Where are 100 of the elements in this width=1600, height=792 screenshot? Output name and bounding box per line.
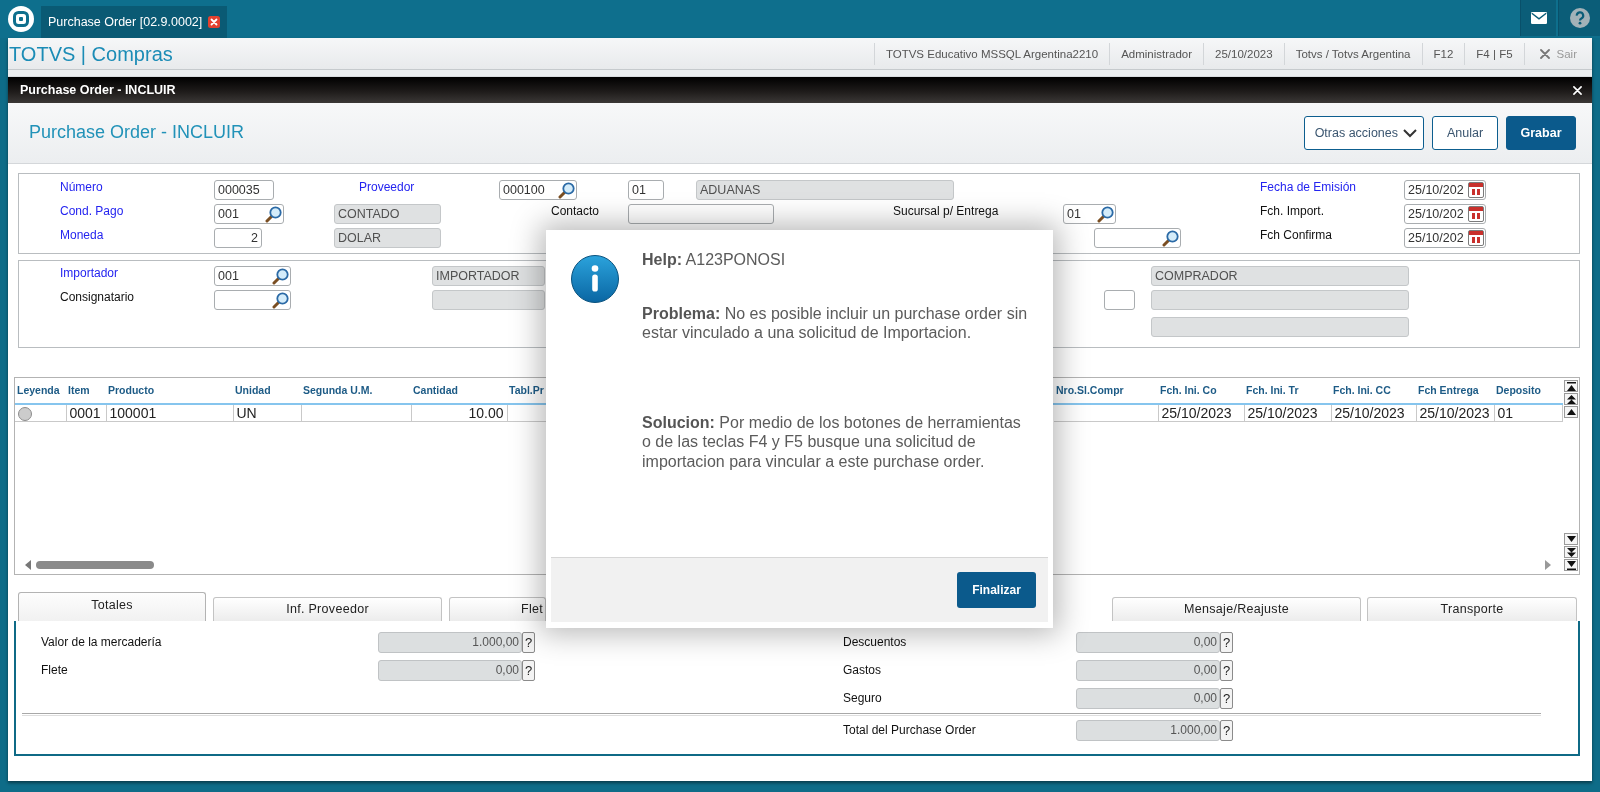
help-button[interactable]: ? — [522, 632, 535, 653]
column-header[interactable]: Fch. Ini. Tr — [1244, 378, 1331, 404]
scroll-left-icon[interactable] — [25, 560, 31, 570]
column-header[interactable]: Leyenda — [15, 378, 66, 404]
total-label: Flete — [41, 663, 68, 678]
mail-button[interactable] — [1520, 0, 1556, 36]
column-header[interactable]: Deposito — [1494, 378, 1562, 404]
app-title: TOTVS | Compras — [9, 43, 173, 64]
tab[interactable]: Inf. Proveedor — [213, 597, 442, 621]
field-label: Contacto — [551, 204, 600, 218]
close-icon[interactable] — [1573, 85, 1582, 95]
field-label: Importador — [60, 266, 119, 280]
input-field[interactable]: 01 — [628, 180, 664, 200]
table-cell: UN — [233, 404, 301, 422]
scrollbar-thumb[interactable] — [36, 561, 154, 569]
field-label: Moneda — [60, 228, 104, 242]
calendar-icon[interactable] — [1468, 206, 1484, 222]
date-field[interactable]: 25/10/202 — [1404, 228, 1486, 248]
problem-text: Problema: No es posible incluir un purchase order sin estar vinculado a una solicitud de Importacion. — [642, 303, 1029, 343]
search-icon[interactable] — [272, 267, 289, 285]
table-cell: 25/10/2023 — [1331, 404, 1416, 422]
search-icon[interactable] — [265, 205, 282, 223]
date-field[interactable]: 25/10/202 — [1404, 204, 1486, 224]
lookup-field[interactable]: 01 — [1063, 204, 1116, 224]
scroll-page-up-button[interactable] — [1564, 393, 1578, 405]
scroll-first-button[interactable] — [1564, 380, 1578, 392]
tab[interactable]: Totales — [18, 592, 206, 621]
scroll-up-button[interactable] — [1564, 406, 1578, 418]
search-icon[interactable] — [1162, 229, 1179, 247]
close-icon[interactable] — [208, 16, 221, 28]
lookup-field[interactable]: 000100 — [499, 180, 577, 200]
field-label: Fch. Import. — [1260, 204, 1324, 218]
column-header[interactable]: Fch. Ini. Co — [1158, 378, 1244, 404]
help-button[interactable]: ? — [1220, 660, 1233, 681]
tab[interactable]: Transporte — [1367, 597, 1577, 621]
total-field: 1.000,00 — [378, 632, 522, 653]
input-field[interactable] — [1104, 290, 1135, 310]
lookup-field[interactable]: 001 — [214, 266, 291, 286]
field-label: Sucursal p/ Entrega — [893, 204, 999, 218]
lookup-field[interactable] — [1094, 228, 1181, 248]
column-header[interactable]: Unidad — [233, 378, 301, 404]
input-field[interactable] — [628, 204, 774, 224]
session-info-text: Totvs / Totvs Argentina — [1283, 42, 1422, 65]
shortcut-button[interactable]: F12 — [1421, 42, 1465, 65]
cancel-button[interactable]: Anular — [1432, 116, 1498, 150]
readonly-field: COMPRADOR — [1151, 266, 1409, 286]
date-field[interactable]: 25/10/202 — [1404, 180, 1486, 200]
scroll-last-button[interactable] — [1564, 559, 1578, 571]
total-label: Descuentos — [843, 635, 907, 650]
tab[interactable]: Flet — [449, 597, 546, 621]
help-button[interactable]: ? — [1220, 688, 1233, 709]
more-actions-button[interactable]: Otras acciones — [1304, 116, 1424, 150]
table-cell: 10.00 — [411, 404, 507, 422]
tab[interactable]: Mensaje/Reajuste — [1112, 597, 1361, 621]
scroll-page-down-button[interactable] — [1564, 546, 1578, 558]
readonly-field: IMPORTADOR — [432, 266, 545, 286]
total-label: Gastos — [843, 663, 881, 678]
total-field: 1.000,00 — [1076, 720, 1220, 741]
lookup-field[interactable]: 001 — [214, 204, 284, 224]
lookup-field[interactable] — [214, 290, 291, 310]
search-icon[interactable] — [1097, 205, 1114, 223]
input-field[interactable]: 2 — [214, 228, 262, 248]
field-label: Número — [60, 180, 103, 194]
solution-text: Solucion: Por medio de los botones de herramientas o de las teclas F4 y F5 busque una solicitud de importacion para vincular a este purchase order. — [642, 412, 1022, 471]
calendar-icon[interactable] — [1468, 230, 1484, 246]
column-header[interactable]: Fch Entrega — [1416, 378, 1494, 404]
help-button[interactable]: ? — [1220, 632, 1233, 653]
mail-icon — [1530, 12, 1547, 24]
input-field[interactable]: 000035 — [214, 180, 274, 200]
scroll-down-button[interactable] — [1564, 533, 1578, 545]
table-cell: 01 — [1494, 404, 1562, 422]
column-header[interactable]: Fch. Ini. CC — [1331, 378, 1416, 404]
chevron-down-icon — [1403, 128, 1417, 138]
help-icon — [1569, 8, 1590, 28]
double-up-arrow-icon — [1566, 394, 1576, 404]
calendar-icon[interactable] — [1468, 182, 1484, 198]
close-icon — [1539, 48, 1550, 59]
finalize-button[interactable]: Finalizar — [957, 572, 1036, 608]
search-icon[interactable] — [272, 291, 289, 309]
total-field: 0,00 — [1076, 660, 1220, 681]
session-info-text: TOTVS Educativo MSSQL Argentina2210 — [873, 42, 1110, 65]
table-cell: 0001 — [66, 404, 106, 422]
field-label: Proveedor — [359, 180, 415, 194]
help-button[interactable] — [1558, 0, 1600, 36]
column-header[interactable]: Segunda U.M. — [301, 378, 411, 404]
search-icon[interactable] — [558, 181, 575, 199]
session-info-text: 25/10/2023 — [1203, 42, 1284, 65]
column-header[interactable]: Item — [66, 378, 106, 404]
save-button[interactable]: Grabar — [1506, 116, 1576, 150]
column-header[interactable]: Cantidad — [411, 378, 507, 404]
total-label: Seguro — [843, 691, 882, 706]
up-arrow-icon — [1566, 409, 1576, 415]
app-tab[interactable]: Purchase Order [02.9.0002] — [41, 6, 228, 38]
shortcut-button[interactable]: F4 | F5 — [1464, 42, 1524, 65]
scroll-right-icon[interactable] — [1545, 560, 1551, 570]
field-label: Fecha de Emisión — [1260, 180, 1357, 194]
table-cell: 25/10/2023 — [1244, 404, 1331, 422]
help-button[interactable]: ? — [1220, 720, 1233, 741]
column-header[interactable]: Producto — [106, 378, 233, 404]
help-button[interactable]: ? — [522, 660, 535, 681]
